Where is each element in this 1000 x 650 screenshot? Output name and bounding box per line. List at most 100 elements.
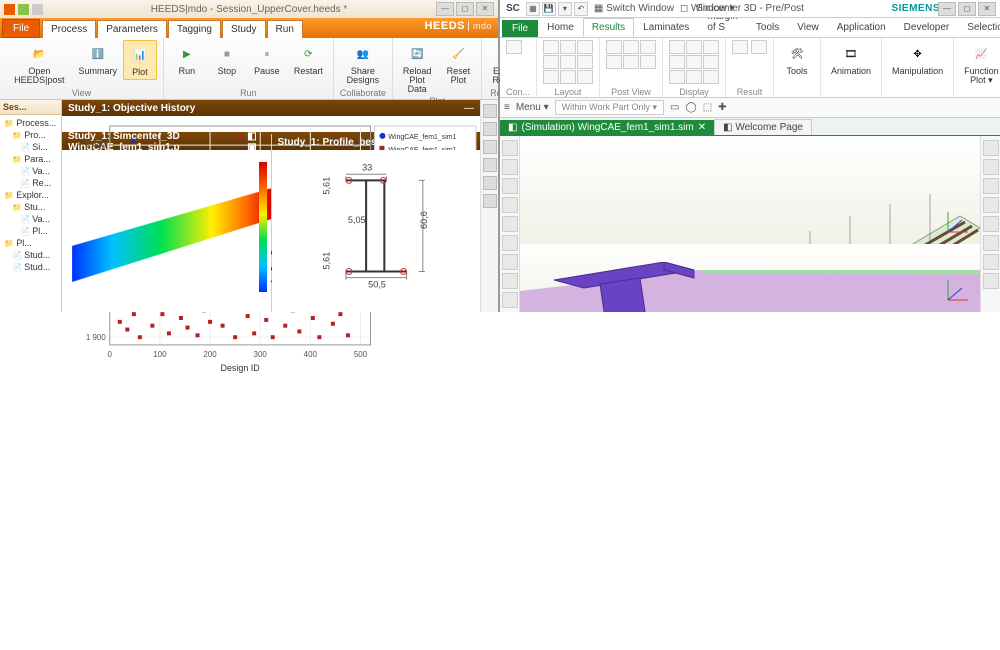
sc-tab-view[interactable]: View — [788, 18, 828, 37]
view-tool-icon[interactable] — [983, 197, 999, 213]
layout-icon[interactable] — [543, 40, 559, 54]
layout-icon[interactable] — [560, 55, 576, 69]
side-tool-icon[interactable] — [483, 140, 497, 154]
nav-icon[interactable] — [502, 178, 518, 194]
stop-button[interactable]: ■Stop — [210, 40, 244, 78]
sel-tool-icon[interactable]: ▭ — [670, 102, 679, 113]
tab-close-icon[interactable]: ✕ — [698, 122, 706, 133]
tree-item[interactable]: Pl... — [2, 237, 59, 249]
profile-sketch[interactable]: 33 50,5 60,6 5,61 5,05 5,61 — [272, 150, 481, 312]
minimize-button[interactable]: — — [436, 2, 454, 16]
tree-item[interactable]: Si... — [2, 141, 59, 153]
layout-icon[interactable] — [577, 70, 593, 84]
scope-combo[interactable]: Within Work Part Only ▾ — [555, 100, 664, 115]
postview-icon[interactable] — [623, 40, 639, 54]
sc-tab-home[interactable]: Home — [538, 18, 583, 37]
display-icon[interactable] — [703, 40, 719, 54]
tab-study[interactable]: Study — [222, 20, 266, 38]
sc-minimize-button[interactable]: — — [938, 2, 956, 16]
view-tool-icon[interactable] — [983, 273, 999, 289]
reload-plot-button[interactable]: 🔄Reload Plot Data — [399, 40, 436, 96]
sc-file-tab[interactable]: File — [502, 20, 538, 37]
tree-item[interactable]: Explor... — [2, 189, 59, 201]
result-icon[interactable] — [732, 40, 748, 54]
tree-item[interactable]: Stud... — [2, 249, 59, 261]
tree-item[interactable]: Va... — [2, 213, 59, 225]
display-icon[interactable] — [669, 70, 685, 84]
view-tool-icon[interactable] — [983, 216, 999, 232]
pause-button[interactable]: ⏸Pause — [250, 40, 284, 78]
view-tool-icon[interactable] — [983, 159, 999, 175]
file-tab[interactable]: File — [2, 19, 40, 38]
context-icon[interactable] — [506, 40, 522, 54]
tree-header[interactable]: Ses... — [0, 100, 61, 115]
share-designs-button[interactable]: 👥Share Designs — [340, 40, 386, 87]
tree-item[interactable]: Pl... — [2, 225, 59, 237]
layout-icon[interactable] — [543, 70, 559, 84]
qat-undo-icon[interactable]: ↶ — [574, 2, 588, 16]
view-tool-icon[interactable] — [983, 178, 999, 194]
nav-icon[interactable] — [502, 216, 518, 232]
sel-tool-icon[interactable]: ⬚ — [703, 102, 712, 113]
close-button[interactable]: ✕ — [476, 2, 494, 16]
display-icon[interactable] — [703, 70, 719, 84]
display-icon[interactable] — [703, 55, 719, 69]
tree-item[interactable]: Stu... — [2, 201, 59, 213]
sel-tool-icon[interactable]: ✚ — [718, 102, 726, 113]
display-icon[interactable] — [686, 40, 702, 54]
tree-item[interactable]: Va... — [2, 165, 59, 177]
display-icon[interactable] — [669, 40, 685, 54]
sc-tab-developer[interactable]: Developer — [895, 18, 959, 37]
side-tool-icon[interactable] — [483, 158, 497, 172]
doc-tab-sim[interactable]: ◧ (Simulation) WingCAE_fem1_sim1.sim ✕ — [500, 120, 714, 135]
tree-item[interactable]: Para... — [2, 153, 59, 165]
nav-icon[interactable] — [502, 254, 518, 270]
reset-plot-button[interactable]: 🧹Reset Plot — [441, 40, 475, 87]
run-button[interactable]: ▶Run — [170, 40, 204, 78]
summary-button[interactable]: ℹ️Summary — [79, 40, 117, 78]
postview-icon[interactable] — [606, 40, 622, 54]
nav-icon[interactable] — [502, 235, 518, 251]
tree-item[interactable]: Stud... — [2, 261, 59, 273]
tab-run[interactable]: Run — [267, 20, 303, 38]
display-icon[interactable] — [686, 70, 702, 84]
tree-item[interactable]: Re... — [2, 177, 59, 189]
display-icon[interactable] — [686, 55, 702, 69]
panel-minimize-icon[interactable]: — — [464, 103, 474, 114]
nav-icon[interactable] — [502, 273, 518, 289]
view-tool-icon[interactable] — [983, 140, 999, 156]
manipulation-button[interactable]: ✥Manipulation — [888, 40, 947, 78]
side-tool-icon[interactable] — [483, 194, 497, 208]
display-icon[interactable] — [669, 55, 685, 69]
sel-tool-icon[interactable]: ◯ — [685, 102, 696, 113]
layout-icon[interactable] — [560, 70, 576, 84]
plot-button[interactable]: 📊Plot — [123, 40, 157, 80]
tools-button[interactable]: 🛠Tools — [780, 40, 814, 78]
view-tool-icon[interactable] — [983, 254, 999, 270]
side-tool-icon[interactable] — [483, 176, 497, 190]
side-tool-icon[interactable] — [483, 104, 497, 118]
nav-icon[interactable] — [502, 140, 518, 156]
redo-icon[interactable] — [32, 4, 43, 15]
restart-button[interactable]: ⟳Restart — [290, 40, 327, 78]
menu-dropdown[interactable]: Menu ▾ — [516, 102, 549, 113]
nav-icon[interactable] — [502, 197, 518, 213]
sc-maximize-button[interactable]: ◻ — [958, 2, 976, 16]
result-icon[interactable] — [751, 40, 767, 54]
postview-icon[interactable] — [640, 40, 656, 54]
qat-dd-icon[interactable]: ▾ — [558, 2, 572, 16]
side-tool-icon[interactable] — [483, 122, 497, 136]
tab-parameters[interactable]: Parameters — [97, 20, 167, 38]
sc-tab-laminates[interactable]: Laminates — [634, 18, 698, 37]
simcenter-preview[interactable] — [62, 150, 271, 312]
tree-item[interactable]: Process... — [2, 117, 59, 129]
sc-tab-results[interactable]: Results — [583, 18, 634, 37]
open-heeds-post-button[interactable]: 📂Open HEEDS|post — [6, 40, 73, 87]
doc-tab-welcome[interactable]: ◧ Welcome Page — [714, 119, 812, 135]
layout-icon[interactable] — [577, 55, 593, 69]
postview-icon[interactable] — [606, 55, 622, 69]
tab-process[interactable]: Process — [42, 20, 96, 38]
sc-tab-tools[interactable]: Tools — [747, 18, 788, 37]
postview-icon[interactable] — [623, 55, 639, 69]
qat-new-icon[interactable]: ▦ — [526, 2, 540, 16]
